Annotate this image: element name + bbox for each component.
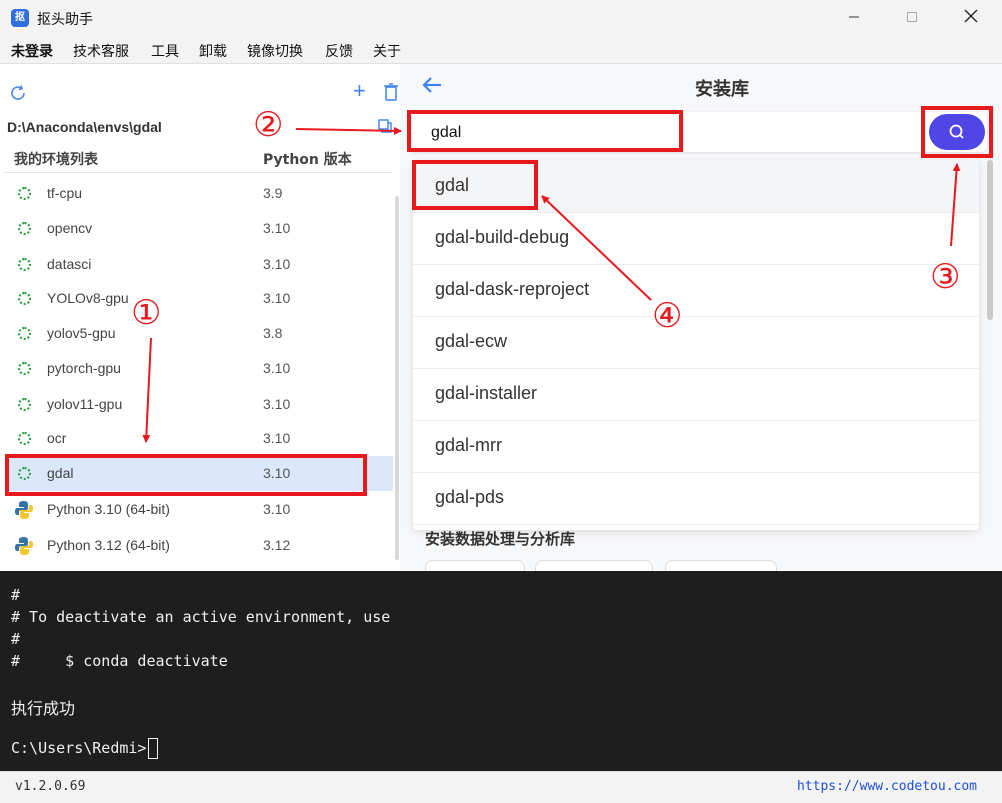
env-version: 3.9 [263,185,283,201]
conda-env-icon [18,222,31,235]
minimize-button[interactable] [831,0,877,37]
env-version: 3.10 [263,501,291,517]
suggestion-gdal-dask-reproject[interactable]: gdal-dask-reproject [413,264,979,317]
conda-env-icon [18,187,31,200]
env-row-yolov8-gpu[interactable]: YOLOv8-gpu 3.10 [5,281,393,316]
suggestion-gdal-build-debug[interactable]: gdal-build-debug [413,212,979,265]
section-heading: 安装数据处理与分析库 [425,530,576,548]
annotation-box-suggestion [412,160,538,210]
env-name: yolov5-gpu [47,325,116,341]
annotation-step-4: ④ [652,296,683,336]
env-row-yolov11-gpu[interactable]: yolov11-gpu 3.10 [5,387,393,422]
back-arrow-icon[interactable] [421,74,443,96]
suggestion-label: gdal-ecw [435,331,508,351]
env-list-header: 我的环境列表 [14,152,98,168]
menu-mirror-switch[interactable]: 镜像切换 [247,41,303,61]
annotation-step-2: ② [253,105,284,145]
env-version: 3.10 [263,430,291,446]
header-divider [5,172,393,173]
add-env-icon[interactable]: + [353,80,366,102]
suggestion-gdal-installer[interactable]: gdal-installer [413,368,979,421]
console-line: # To deactivate an active environment, u… [11,608,391,626]
close-icon [964,9,978,23]
conda-env-icon [18,327,31,340]
env-name: Python 3.12 (64-bit) [47,537,170,553]
env-row-datasci[interactable]: datasci 3.10 [5,247,393,282]
env-row-opencv[interactable]: opencv 3.10 [5,211,393,246]
conda-env-icon [18,432,31,445]
env-name: ocr [47,430,67,446]
page-title: 安装库 [695,79,749,100]
env-name: tf-cpu [47,185,83,201]
conda-env-icon [18,398,31,411]
env-list-scrollbar[interactable] [395,196,399,560]
maximize-icon [907,12,917,22]
env-name: datasci [47,256,92,272]
env-version: 3.10 [263,396,291,412]
python-icon [15,501,33,519]
dropdown-scrollbar[interactable] [987,160,993,320]
suggestion-label: gdal-dask-reproject [435,279,590,299]
maximize-button[interactable] [889,0,935,37]
conda-env-icon [18,362,31,375]
env-path: D:\Anaconda\envs\gdal [7,119,162,135]
annotation-box-search-button [921,106,993,158]
env-name: opencv [47,220,93,236]
env-name: Python 3.10 (64-bit) [47,501,170,517]
refresh-icon[interactable] [9,84,27,102]
app-logo-icon: 抠 [11,9,29,27]
conda-env-icon [18,292,31,305]
conda-env-icon [18,258,31,271]
website-link[interactable]: https://www.codetou.com [797,779,977,794]
annotation-step-1: ① [131,293,162,333]
suggestion-dropdown: gdal gdal-build-debug gdal-dask-reprojec… [413,160,979,530]
console-line: # [11,630,21,648]
env-version: 3.10 [263,220,291,236]
env-version: 3.10 [263,360,291,376]
env-row-python-3-12[interactable]: Python 3.12 (64-bit) 3.12 [5,528,393,563]
copy-icon[interactable] [378,119,392,133]
env-version: 3.10 [263,290,291,306]
env-version: 3.12 [263,537,291,553]
suggestion-gdal-pds[interactable]: gdal-pds [413,472,979,525]
suggestion-gdal-mrr[interactable]: gdal-mrr [413,420,979,473]
suggestion-label: gdal-pds [435,487,505,507]
python-icon [15,537,33,555]
window-title: 抠头助手 [37,12,93,28]
console-prompt[interactable]: C:\Users\Redmi> [11,739,146,757]
console-line: 执行成功 [11,699,76,718]
env-version: 3.10 [263,256,291,272]
menu-about[interactable]: 关于 [373,41,401,61]
annotation-box-env [5,454,367,496]
menu-uninstall[interactable]: 卸载 [199,41,227,61]
annotation-box-search [407,110,683,152]
menu-tools[interactable]: 工具 [151,41,179,61]
suggestion-label: gdal-build-debug [435,227,570,247]
trash-icon[interactable] [382,82,400,102]
env-row-ocr[interactable]: ocr 3.10 [5,421,393,456]
env-row-tf-cpu[interactable]: tf-cpu 3.9 [5,176,393,211]
python-version-header: Python 版本 [263,152,352,168]
suggestion-label: gdal-mrr [435,435,503,455]
env-version: 3.8 [263,325,283,341]
menu-tech-support[interactable]: 技术客服 [73,41,129,61]
version-label: v1.2.0.69 [15,779,86,794]
env-row-pytorch-gpu[interactable]: pytorch-gpu 3.10 [5,351,393,386]
annotation-step-3: ③ [930,257,961,297]
env-name: pytorch-gpu [47,360,121,376]
menu-login-status[interactable]: 未登录 [11,41,53,61]
console-cursor [148,738,158,759]
env-name: YOLOv8-gpu [47,290,129,306]
suggestion-label: gdal-installer [435,383,538,403]
env-row-yolov5-gpu[interactable]: yolov5-gpu 3.8 [5,316,393,351]
env-row-python-3-10[interactable]: Python 3.10 (64-bit) 3.10 [5,492,393,527]
menu-feedback[interactable]: 反馈 [325,41,353,61]
suggestion-gdal-ecw[interactable]: gdal-ecw [413,316,979,369]
console-line: # [11,586,21,604]
minimize-icon [849,16,859,18]
env-name: yolov11-gpu [47,396,123,412]
console-line: # $ conda deactivate [11,652,228,670]
close-button[interactable] [948,0,994,37]
